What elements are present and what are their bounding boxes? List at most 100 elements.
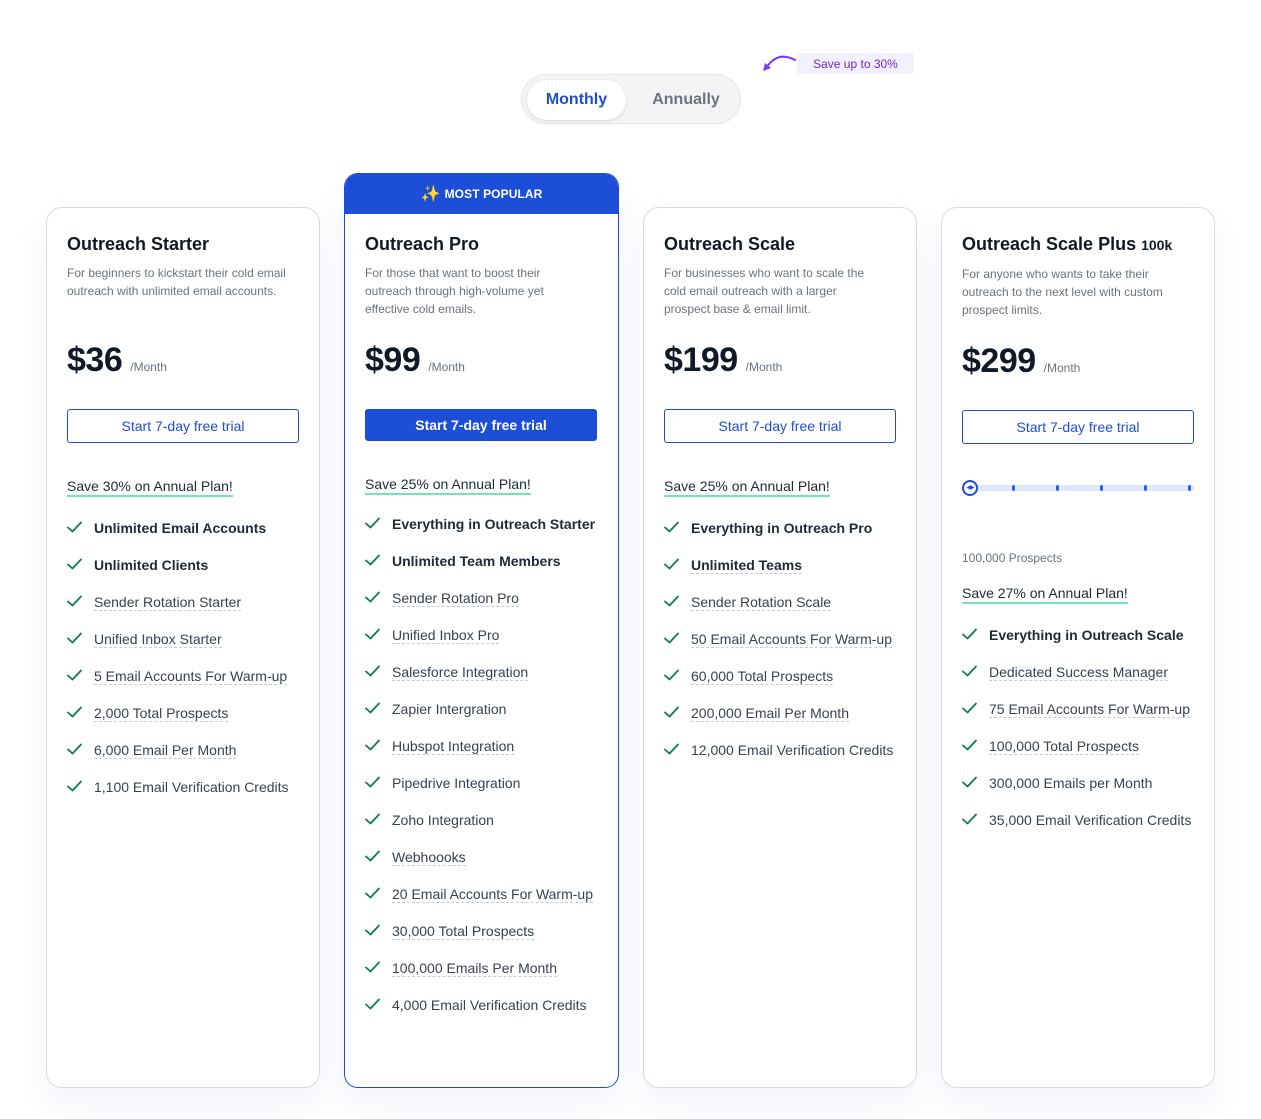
feature-item: Sender Rotation Starter	[67, 593, 303, 611]
check-icon	[962, 813, 977, 825]
slider-tick[interactable]	[1056, 485, 1059, 491]
price-period: /Month	[428, 360, 465, 374]
feature-item: Unlimited Teams	[664, 556, 900, 574]
check-icon	[962, 628, 977, 640]
feature-text: Everything in Outreach Pro	[691, 520, 873, 536]
annual-savings: Save 25% on Annual Plan!	[664, 478, 830, 497]
slider-tick[interactable]	[1100, 485, 1103, 491]
feature-text: 35,000 Email Verification Credits	[989, 812, 1192, 828]
feature-text: 100,000 Emails Per Month	[392, 960, 557, 977]
feature-text: Zapier Intergration	[392, 701, 507, 717]
check-icon	[365, 961, 380, 973]
feature-text: 5 Email Accounts For Warm-up	[94, 668, 288, 685]
plan-price: $36 /Month	[67, 341, 167, 380]
feature-item: Unlimited Clients	[67, 556, 303, 574]
slider-tick[interactable]	[1012, 485, 1015, 491]
feature-item: Zoho Integration	[365, 811, 601, 829]
annual-savings: Save 25% on Annual Plan!	[365, 476, 531, 495]
start-trial-button[interactable]: Start 7-day free trial	[962, 410, 1194, 444]
feature-item: 6,000 Email Per Month	[67, 741, 303, 759]
plan-card-scale: Outreach Scale For businesses who want t…	[643, 207, 917, 1088]
start-trial-button[interactable]: Start 7-day free trial	[664, 409, 896, 443]
prospects-slider[interactable]: ◀▶	[962, 480, 1194, 496]
check-icon	[365, 813, 380, 825]
slider-arrows-icon: ◀▶	[966, 485, 974, 491]
slider-tick[interactable]	[1188, 485, 1191, 491]
feature-text: Unified Inbox Starter	[94, 631, 222, 648]
feature-text: 75 Email Accounts For Warm-up	[989, 701, 1190, 718]
price-period: /Month	[745, 360, 783, 374]
feature-item: Webhoooks	[365, 848, 601, 866]
plan-description: For businesses who want to scale the col…	[664, 266, 865, 316]
check-icon	[365, 776, 380, 788]
feature-text: Sender Rotation Pro	[392, 590, 519, 607]
check-icon	[664, 706, 679, 718]
curved-arrow-icon	[763, 55, 796, 71]
check-icon	[365, 591, 380, 603]
feature-item: Dedicated Success Manager	[962, 663, 1198, 681]
price-period: /Month	[130, 360, 167, 374]
start-trial-button[interactable]: Start 7-day free trial	[365, 409, 597, 441]
feature-item: 12,000 Email Verification Credits	[664, 741, 900, 759]
check-icon	[67, 632, 82, 644]
check-icon	[365, 702, 380, 714]
check-icon	[365, 517, 380, 529]
feature-item: 100,000 Total Prospects	[962, 737, 1198, 755]
check-icon	[67, 521, 82, 533]
feature-text: Sender Rotation Scale	[691, 594, 832, 611]
feature-text: Unlimited Clients	[94, 557, 209, 573]
check-icon	[962, 702, 977, 714]
feature-item: 75 Email Accounts For Warm-up	[962, 700, 1198, 718]
plan-title: Outreach Pro	[365, 234, 480, 254]
check-icon	[664, 558, 679, 570]
feature-text: 1,100 Email Verification Credits	[94, 779, 289, 795]
feature-item: 35,000 Email Verification Credits	[962, 811, 1198, 829]
feature-item: 2,000 Total Prospects	[67, 704, 303, 722]
check-icon	[365, 850, 380, 862]
feature-item: 1,100 Email Verification Credits	[67, 778, 303, 796]
check-icon	[67, 558, 82, 570]
feature-text: Unlimited Email Accounts	[94, 520, 267, 536]
check-icon	[664, 521, 679, 533]
billing-toggle[interactable]: Monthly Annually	[521, 74, 741, 124]
prospect-count: 100,000 Prospects	[962, 551, 1063, 565]
slider-track[interactable]	[962, 485, 1194, 491]
slider-tick[interactable]	[1144, 485, 1147, 491]
feature-text: 6,000 Email Per Month	[94, 742, 237, 759]
feature-text: Unlimited Team Members	[392, 553, 561, 569]
toggle-monthly[interactable]: Monthly	[527, 80, 626, 120]
feature-item: 300,000 Emails per Month	[962, 774, 1198, 792]
feature-text: 300,000 Emails per Month	[989, 775, 1153, 791]
feature-item: Unlimited Team Members	[365, 552, 601, 570]
feature-item: 20 Email Accounts For Warm-up	[365, 885, 601, 903]
feature-text: 100,000 Total Prospects	[989, 738, 1139, 755]
feature-item: Everything in Outreach Scale	[962, 626, 1198, 644]
feature-item: Hubspot Integration	[365, 737, 601, 755]
feature-text: Hubspot Integration	[392, 738, 515, 755]
toggle-annually[interactable]: Annually	[634, 80, 738, 120]
check-icon	[67, 706, 82, 718]
feature-item: Unified Inbox Starter	[67, 630, 303, 648]
feature-item: Everything in Outreach Starter	[365, 515, 601, 533]
feature-text: 60,000 Total Prospects	[691, 668, 834, 685]
check-icon	[67, 743, 82, 755]
save-badge: Save up to 30%	[797, 53, 914, 74]
check-icon	[962, 739, 977, 751]
slider-thumb[interactable]: ◀▶	[962, 480, 978, 496]
feature-list: Everything in Outreach Scale Dedicated Su…	[962, 626, 1198, 848]
plan-card-pro: ✨ MOST POPULAR Outreach Pro For those th…	[344, 173, 619, 1088]
plan-card-scale-plus: Outreach Scale Plus 100k For anyone who …	[941, 207, 1215, 1088]
plan-description: For beginners to kickstart their cold em…	[67, 266, 286, 298]
check-icon	[365, 887, 380, 899]
plan-price: $299 /Month	[962, 342, 1080, 381]
start-trial-button[interactable]: Start 7-day free trial	[67, 409, 299, 443]
feature-list: Unlimited Email Accounts Unlimited Client…	[67, 519, 303, 815]
plan-title: Outreach Scale Plus 100k	[962, 234, 1173, 254]
most-popular-banner: ✨ MOST POPULAR	[345, 174, 618, 214]
feature-item: Everything in Outreach Pro	[664, 519, 900, 537]
feature-text: Everything in Outreach Scale	[989, 627, 1184, 643]
check-icon	[365, 924, 380, 936]
feature-item: 200,000 Email Per Month	[664, 704, 900, 722]
check-icon	[962, 665, 977, 677]
check-icon	[365, 665, 380, 677]
